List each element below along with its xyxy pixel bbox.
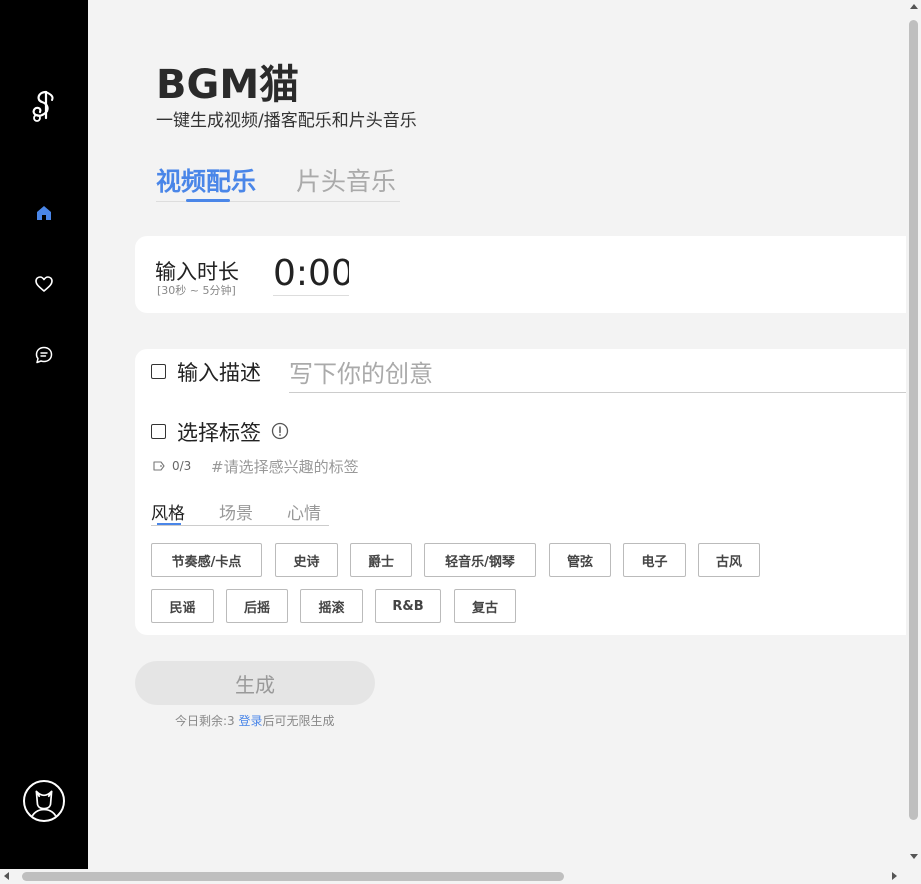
tag-button[interactable]: 史诗 bbox=[275, 543, 338, 577]
active-tab-indicator bbox=[186, 199, 230, 202]
scroll-up-arrow-icon[interactable] bbox=[910, 4, 918, 9]
description-label[interactable]: 输入描述 bbox=[177, 357, 261, 387]
sidebar-item-favorites[interactable] bbox=[32, 272, 56, 296]
tag-button[interactable]: 电子 bbox=[623, 543, 686, 577]
tag-button[interactable]: 爵士 bbox=[350, 543, 412, 577]
scrollbar-corner bbox=[906, 869, 921, 884]
tag-icon bbox=[153, 461, 165, 471]
tag-button[interactable]: 民谣 bbox=[151, 589, 214, 623]
horizontal-scroll-thumb[interactable] bbox=[22, 872, 564, 881]
description-input[interactable] bbox=[289, 355, 906, 393]
tab-intro-music[interactable]: 片头音乐 bbox=[296, 162, 396, 198]
sidebar-item-messages[interactable] bbox=[32, 343, 56, 367]
quota-suffix: 后可无限生成 bbox=[262, 714, 335, 728]
duration-card: 输入时长 [30秒 ~ 5分钟] bbox=[135, 236, 906, 313]
scroll-down-arrow-icon[interactable] bbox=[910, 854, 918, 859]
music-note-logo-icon[interactable] bbox=[28, 88, 60, 126]
avatar[interactable] bbox=[23, 780, 65, 822]
subtab-scene[interactable]: 场景 bbox=[219, 499, 253, 524]
tag-button[interactable]: 轻音乐/钢琴 bbox=[424, 543, 536, 577]
scroll-left-arrow-icon[interactable] bbox=[4, 872, 9, 880]
tag-button[interactable]: 古风 bbox=[698, 543, 760, 577]
tag-button[interactable]: 摇滚 bbox=[300, 589, 363, 623]
subtab-mood[interactable]: 心情 bbox=[287, 499, 321, 524]
active-subtab-indicator bbox=[157, 523, 181, 525]
tag-count: 0/3 bbox=[172, 459, 192, 473]
chat-icon bbox=[35, 346, 53, 364]
quota-remaining: 今日剩余:3 bbox=[175, 714, 239, 728]
sidebar-item-home[interactable] bbox=[32, 201, 56, 225]
tag-button[interactable]: 后摇 bbox=[226, 589, 288, 623]
sidebar bbox=[0, 0, 88, 869]
duration-hint: [30秒 ~ 5分钟] bbox=[157, 284, 236, 297]
tag-button[interactable]: 复古 bbox=[454, 589, 516, 623]
page-title: BGM猫 bbox=[156, 62, 300, 108]
quota-text: 今日剩余:3 登录后可无限生成 bbox=[175, 712, 335, 729]
vertical-scroll-thumb[interactable] bbox=[909, 20, 918, 820]
horizontal-scrollbar[interactable] bbox=[0, 869, 906, 884]
mode-tabs: 视频配乐 片头音乐 bbox=[156, 162, 400, 202]
page-subtitle: 一键生成视频/播客配乐和片头音乐 bbox=[156, 111, 417, 131]
info-icon[interactable] bbox=[271, 422, 289, 440]
tag-category-tabs: 风格 场景 心情 bbox=[151, 497, 329, 526]
tab-video-bgm[interactable]: 视频配乐 bbox=[156, 162, 256, 198]
home-icon bbox=[37, 206, 51, 220]
duration-input[interactable] bbox=[273, 252, 349, 296]
tags-label[interactable]: 选择标签 bbox=[177, 417, 261, 447]
tag-hint: #请选择感兴趣的标签 bbox=[211, 458, 359, 476]
subtab-style[interactable]: 风格 bbox=[151, 499, 185, 524]
scroll-right-arrow-icon[interactable] bbox=[892, 872, 897, 880]
login-link[interactable]: 登录 bbox=[239, 714, 263, 728]
options-card: 输入描述 选择标签 0/3 #请选择感兴趣的标签 风格 场景 心情 节奏感/卡点… bbox=[135, 349, 906, 635]
generate-button[interactable]: 生成 bbox=[135, 661, 375, 705]
vertical-scrollbar[interactable] bbox=[906, 0, 921, 869]
tag-button[interactable]: R&B bbox=[375, 589, 441, 623]
heart-icon bbox=[35, 276, 53, 292]
main-content: BGM猫 一键生成视频/播客配乐和片头音乐 视频配乐 片头音乐 输入时长 [30… bbox=[88, 0, 906, 869]
tag-button[interactable]: 管弦 bbox=[549, 543, 611, 577]
cat-avatar-icon bbox=[29, 790, 59, 820]
tags-checkbox[interactable] bbox=[151, 424, 166, 439]
tag-button[interactable]: 节奏感/卡点 bbox=[151, 543, 262, 577]
description-checkbox[interactable] bbox=[151, 364, 166, 379]
